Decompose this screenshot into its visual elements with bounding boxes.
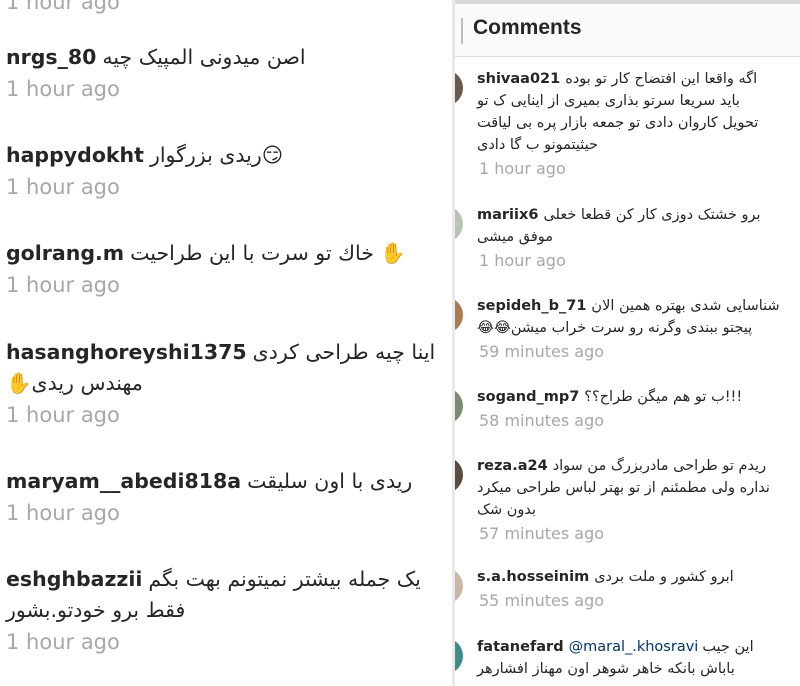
comment-timestamp: 57 minutes ago [479, 524, 605, 543]
comment-content: sogand_mp7 !!!ب تو هم میگن طراح؟؟ 58 minu… [477, 386, 795, 432]
right-comment-panel: Comments shivaa021 اگه واقعا این افتضاح ک… [455, 0, 800, 686]
comment-content: shivaa021 اگه واقعا این افتضاح کار تو بود… [477, 68, 795, 180]
comment-text-line: فقط برو خودتو.بشور [6, 598, 186, 622]
comment-text: اگه واقعا این افتضاح کار تو بوده [565, 71, 758, 87]
comment-mention-link[interactable]: @maral_.khosravi [569, 639, 699, 655]
comment-text: ریدی با اون سلیقت [247, 469, 413, 493]
comment-text: ✋ خاك تو سرت با این طراحیت [130, 241, 406, 265]
comment-content: mariix6 برو خشتک دوزی کار کن قطعا خعلی مو… [477, 204, 795, 272]
comment-username[interactable]: shivaa021 [477, 71, 560, 87]
left-comment-panel: 1 hour ago nrgs_80 اصن میدونی المپیک چیه … [0, 0, 452, 686]
comment-username[interactable]: fatanefard [477, 639, 564, 655]
page-title: Comments [473, 16, 582, 39]
comment-timestamp: 1 hour ago [6, 630, 120, 654]
comment-body: golrang.m ✋ خاك تو سرت با این طراحیت [6, 238, 450, 269]
comment-body: happydokht 😏ریدی بزرگوار [6, 140, 450, 171]
comment-timestamp: 1 hour ago [6, 0, 120, 14]
comment-item: happydokht 😏ریدی بزرگوار 1 hour ago [6, 140, 450, 201]
comment-username[interactable]: golrang.m [6, 241, 124, 265]
comment-username[interactable]: happydokht [6, 143, 144, 167]
comment-timestamp: 59 minutes ago [479, 342, 605, 361]
comment-body: shivaa021 اگه واقعا این افتضاح کار تو بود… [477, 68, 795, 90]
comment-content: fatanefard @maral_.khosravi این جیب باباش … [477, 636, 795, 680]
cut-comment: 1 hour ago [6, 0, 450, 16]
comment-content: reza.a24 ریدم تو طراحی مادربزرگ من سواد ن… [477, 455, 795, 545]
comment-item: maryam__abedi818a ریدی با اون سلیقت 1 hou… [6, 466, 450, 527]
comment-item: nrgs_80 اصن میدونی المپیک چیه 1 hour ago [6, 42, 450, 103]
comment-username[interactable]: reza.a24 [477, 458, 548, 474]
avatar[interactable] [455, 297, 463, 333]
comment-timestamp: 55 minutes ago [479, 591, 605, 610]
comment-text: !!!ب تو هم میگن طراح؟؟ [584, 389, 743, 405]
avatar[interactable] [455, 388, 463, 424]
comment-username[interactable]: s.a.hosseinim [477, 569, 589, 585]
avatar[interactable] [455, 568, 463, 604]
comment-body: sepideh_b_71 شناسایی شدی بهتره همین الان [477, 295, 795, 317]
comment-body: nrgs_80 اصن میدونی المپیک چیه [6, 42, 450, 73]
comment-text: شناسایی شدی بهتره همین الان [591, 298, 780, 314]
comment-timestamp: 1 hour ago [479, 159, 566, 178]
comment-timestamp: 1 hour ago [6, 501, 120, 525]
comment-item: golrang.m ✋ خاك تو سرت با این طراحیت 1 ho… [6, 238, 450, 299]
comment-body: s.a.hosseinim ابرو کشور و ملت بردی [477, 566, 795, 588]
comment-timestamp: 58 minutes ago [479, 411, 605, 430]
comment-text-line: بدون شک [477, 502, 537, 518]
comment-body: sogand_mp7 !!!ب تو هم میگن طراح؟؟ [477, 386, 795, 408]
comments-header: Comments [455, 4, 800, 57]
comment-text-line: نداره ولی مطمئنم از تو بهتر لباس طراحی م… [477, 480, 770, 496]
comment-text: یک جمله بیشتر نمیتونم بهت بگم [148, 567, 421, 591]
comment-username[interactable]: sepideh_b_71 [477, 298, 586, 314]
comment-text: ریدم تو طراحی مادربزرگ من سواد [552, 458, 767, 474]
comment-text-line: ✋مهندس ریدی [6, 371, 143, 395]
comment-body: eshghbazzii یک جمله بیشتر نمیتونم بهت بگم [6, 564, 450, 595]
comment-timestamp: 1 hour ago [6, 403, 120, 427]
comment-timestamp: 1 hour ago [479, 251, 566, 270]
comment-body: reza.a24 ریدم تو طراحی مادربزرگ من سواد [477, 455, 795, 477]
comment-body: hasanghoreyshi1375 اینا چیه طراحی کردی [6, 337, 450, 368]
comment-text-line: موفق میشی [477, 229, 554, 245]
comment-username[interactable]: hasanghoreyshi1375 [6, 340, 247, 364]
comment-item: eshghbazzii یک جمله بیشتر نمیتونم بهت بگم… [6, 564, 450, 656]
comment-username[interactable]: mariix6 [477, 207, 538, 223]
comment-username[interactable]: maryam__abedi818a [6, 469, 241, 493]
avatar[interactable] [455, 206, 463, 242]
comment-username[interactable]: sogand_mp7 [477, 389, 579, 405]
comment-username[interactable]: eshghbazzii [6, 567, 142, 591]
comment-content: s.a.hosseinim ابرو کشور و ملت بردی 55 min… [477, 566, 795, 612]
comment-timestamp: 1 hour ago [6, 175, 120, 199]
comment-timestamp: 1 hour ago [6, 77, 120, 101]
comment-text-line: باباش بانکه خاهر شوهر اون مهناز افشارهر [477, 661, 735, 677]
comment-text: اصن میدونی المپیک چیه [102, 45, 306, 69]
comment-text-line: 😂😂پیجتو ببندی وگرنه رو سرت خراب میشن [477, 320, 753, 336]
comment-text: ابرو کشور و ملت بردی [594, 569, 734, 585]
comment-text: اینا چیه طراحی کردی [252, 340, 436, 364]
comment-body: maryam__abedi818a ریدی با اون سلیقت [6, 466, 450, 497]
comment-content: sepideh_b_71 شناسایی شدی بهتره همین الان … [477, 295, 795, 363]
comment-text: 😏ریدی بزرگوار [149, 143, 284, 167]
comment-text-line: حیثیتمونو ب گا دادی [477, 137, 598, 153]
back-handle-icon[interactable] [461, 18, 463, 44]
avatar[interactable] [455, 638, 463, 674]
comment-body: mariix6 برو خشتک دوزی کار کن قطعا خعلی [477, 204, 795, 226]
comment-username[interactable]: nrgs_80 [6, 45, 96, 69]
avatar[interactable] [455, 70, 463, 106]
comment-text: این جیب [702, 639, 754, 655]
avatar[interactable] [455, 457, 463, 493]
comment-text-line: باید سریعا سرتو بذاری بمیری از اینایی ک … [477, 93, 740, 109]
comment-text-line: تحویل کاروان دادی تو جمعه بازار پره بی ل… [477, 115, 759, 131]
comment-item: hasanghoreyshi1375 اینا چیه طراحی کردی ✋م… [6, 337, 450, 429]
comment-timestamp: 1 hour ago [6, 273, 120, 297]
comment-text: برو خشتک دوزی کار کن قطعا خعلی [543, 207, 761, 223]
comment-body: fatanefard @maral_.khosravi این جیب [477, 636, 795, 658]
